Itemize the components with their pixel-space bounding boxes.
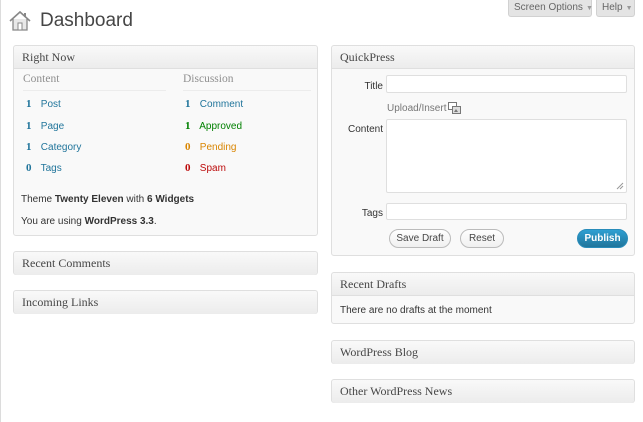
- other-news-widget: Other WordPress News: [331, 379, 635, 403]
- discussion-row-pending[interactable]: 0 Pending: [185, 140, 236, 154]
- content-row-pages[interactable]: 1 Page: [26, 119, 64, 133]
- post-count: 1: [26, 98, 32, 110]
- content-textarea[interactable]: [386, 119, 627, 193]
- discussion-row-spam[interactable]: 0 Spam: [185, 161, 226, 175]
- page-count: 1: [26, 120, 32, 132]
- pending-link[interactable]: Pending: [200, 142, 237, 153]
- screen-options-button[interactable]: Screen Options ▼: [508, 0, 593, 17]
- wordpress-blog-title[interactable]: WordPress Blog: [332, 341, 634, 364]
- publish-button[interactable]: Publish: [577, 229, 628, 248]
- theme-with: with: [123, 194, 147, 205]
- upload-insert-label: Upload/Insert: [387, 103, 447, 114]
- approved-link[interactable]: Approved: [199, 121, 242, 132]
- save-draft-button[interactable]: Save Draft: [389, 229, 451, 248]
- discussion-row-comments[interactable]: 1 Comment: [185, 97, 243, 111]
- divider: [23, 90, 166, 91]
- tags-label: Tags: [361, 208, 383, 219]
- theme-info: Theme Twenty Eleven with 6 Widgets: [21, 194, 194, 205]
- recent-drafts-title[interactable]: Recent Drafts: [332, 273, 634, 296]
- reset-button[interactable]: Reset: [460, 229, 504, 248]
- widgets-count[interactable]: 6 Widgets: [147, 194, 194, 205]
- pages-link[interactable]: Page: [41, 121, 64, 132]
- title-input[interactable]: [386, 75, 627, 93]
- recent-comments-title[interactable]: Recent Comments: [14, 252, 317, 275]
- version-prefix: You are using: [21, 216, 85, 227]
- wordpress-blog-widget: WordPress Blog: [331, 340, 635, 364]
- help-label: Help: [602, 2, 623, 13]
- quickpress-widget: QuickPress Title Upload/Insert Content T…: [331, 45, 635, 256]
- categories-link[interactable]: Category: [41, 142, 82, 153]
- theme-prefix: Theme: [21, 194, 55, 205]
- version-info: You are using WordPress 3.3.: [21, 216, 157, 227]
- recent-drafts-widget: Recent Drafts There are no drafts at the…: [331, 272, 635, 324]
- no-drafts-message: There are no drafts at the moment: [340, 305, 492, 316]
- right-now-widget: Right Now Content Discussion 1 Post 1 Pa…: [13, 45, 318, 236]
- divider: [183, 90, 311, 91]
- right-now-title[interactable]: Right Now: [14, 46, 317, 69]
- category-count: 1: [26, 141, 32, 153]
- comments-link[interactable]: Comment: [200, 99, 243, 110]
- approved-count: 1: [185, 120, 191, 132]
- version-suffix: .: [153, 216, 157, 227]
- page-title: Dashboard: [40, 10, 133, 31]
- tags-input[interactable]: [386, 203, 627, 220]
- help-button[interactable]: Help ▼: [596, 0, 635, 17]
- page-header: Dashboard Screen Options ▼ Help ▼: [1, 0, 643, 40]
- incoming-links-title[interactable]: Incoming Links: [14, 291, 317, 314]
- resize-grip-icon[interactable]: [616, 182, 624, 190]
- caret-down-icon: ▼: [625, 5, 633, 12]
- pending-count: 0: [185, 141, 191, 153]
- dashboard-home-icon: [9, 10, 31, 31]
- content-heading: Content: [23, 73, 60, 85]
- content-row-categories[interactable]: 1 Category: [26, 140, 81, 154]
- incoming-links-widget: Incoming Links: [13, 290, 318, 314]
- tag-count: 0: [26, 162, 32, 174]
- wordpress-version: WordPress 3.3: [84, 216, 154, 227]
- recent-comments-widget: Recent Comments: [13, 251, 318, 275]
- screen-options-label: Screen Options: [514, 2, 583, 13]
- tags-link[interactable]: Tags: [41, 163, 62, 174]
- content-label: Content: [347, 124, 383, 135]
- title-label: Title: [364, 81, 383, 92]
- content-row-tags[interactable]: 0 Tags: [26, 161, 62, 175]
- content-row-posts[interactable]: 1 Post: [26, 97, 61, 111]
- spam-link[interactable]: Spam: [200, 163, 226, 174]
- comment-count: 1: [185, 98, 191, 110]
- posts-link[interactable]: Post: [41, 99, 61, 110]
- caret-down-icon: ▼: [585, 5, 593, 12]
- discussion-row-approved[interactable]: 1 Approved: [185, 119, 242, 133]
- other-news-title[interactable]: Other WordPress News: [332, 380, 634, 403]
- discussion-heading: Discussion: [183, 73, 234, 85]
- theme-name[interactable]: Twenty Eleven: [55, 194, 124, 205]
- quickpress-title[interactable]: QuickPress: [332, 46, 634, 69]
- add-media-icon[interactable]: [448, 102, 461, 114]
- spam-count: 0: [185, 162, 191, 174]
